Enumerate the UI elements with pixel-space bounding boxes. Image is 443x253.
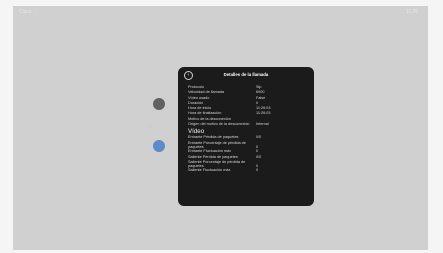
detail-value: 0/0 (256, 135, 262, 140)
dialog-header: ‹ Detalles de la llamada (178, 67, 314, 83)
device-screen: Cisco › 11:26 — — ‹ Detalles de la llama… (13, 6, 428, 250)
detail-row: Saliente Porcentaje de pérdida de paquet… (188, 160, 308, 169)
detail-row: Entrante Porcentaje de pérdida de paquet… (188, 141, 308, 150)
detail-label: Saliente Porcentaje de pérdida de paquet… (188, 159, 246, 169)
detail-label: Saliente Fluctuación máx (188, 168, 231, 173)
call-details-dialog: ‹ Detalles de la llamada Protocolo Sip V… (178, 67, 314, 206)
detail-row: Saliente Fluctuación máx 0 (188, 168, 308, 173)
detail-label: Origen del motivo de la desconexión (188, 122, 250, 127)
detail-row: Origen del motivo de la desconexión Inte… (188, 122, 308, 126)
section-heading-video: Vídeo (188, 128, 205, 136)
detail-value: 11:26:03 (256, 111, 271, 116)
detail-label: Entrante Porcentaje de pérdida de paquet… (188, 140, 246, 149)
details-list: Protocolo Sip Velocidad de llamada 6000 … (188, 85, 308, 174)
detail-value: Internal (256, 122, 269, 127)
detail-value: 0 (256, 168, 259, 173)
detail-value: 0/0 (256, 154, 262, 159)
dialog-title: Detalles de la llamada (223, 72, 269, 77)
